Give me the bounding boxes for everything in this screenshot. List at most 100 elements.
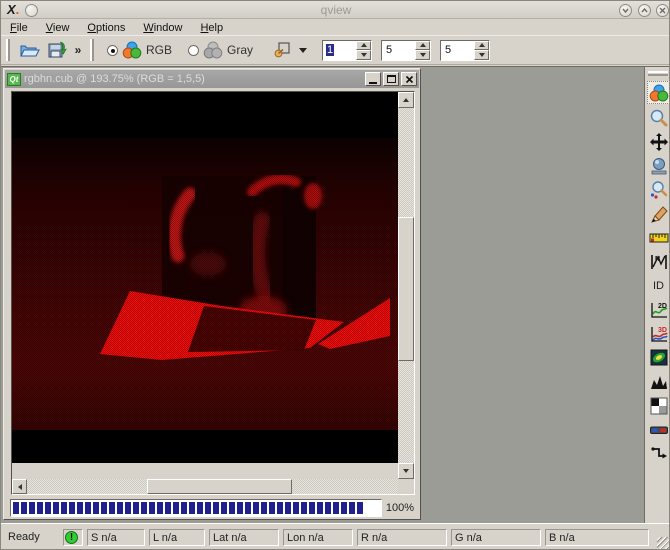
viewport-title: rgbhn.cub @ 193.75% (RGB = 1,5,5) <box>24 73 363 85</box>
green-band-value[interactable]: 5 <box>385 44 393 56</box>
export-button[interactable] <box>44 37 70 63</box>
open-button[interactable] <box>16 37 42 63</box>
blue-band-down-button[interactable] <box>474 50 489 60</box>
stereo-tool-button[interactable] <box>647 418 670 441</box>
green-band-up-button[interactable] <box>415 41 430 51</box>
sun-shadow-tool-button[interactable]: N <box>647 250 670 273</box>
toolbar-grip[interactable] <box>648 71 668 76</box>
rgb-label: RGB <box>146 43 172 57</box>
shadow-plot-icon: N <box>649 252 669 272</box>
tool-toolbar: N ID 2D 3D <box>644 67 670 524</box>
main-toolbar: » RGB Gray 1 <box>1 35 670 65</box>
line-panel: L n/a <box>149 529 205 546</box>
rgb-radio[interactable] <box>107 45 118 56</box>
close-button[interactable] <box>656 4 669 17</box>
triangle-down-icon <box>420 53 426 57</box>
sample-panel: S n/a <box>87 529 145 546</box>
band-link-dropdown-arrow-icon[interactable] <box>299 48 307 53</box>
spectral-plot-tool-button[interactable]: 3D <box>647 322 670 345</box>
chevron-down-icon <box>621 6 630 15</box>
alert-icon: ! <box>65 531 78 544</box>
maximize-button[interactable] <box>638 4 651 17</box>
edit-tool-button[interactable] <box>647 202 670 225</box>
menu-view[interactable]: View <box>37 22 79 34</box>
triangle-down-icon <box>361 53 367 57</box>
band-link-button[interactable] <box>269 37 295 63</box>
green-band-spinbox[interactable]: 5 <box>381 40 431 61</box>
gray-radio[interactable] <box>188 45 199 56</box>
vertical-scrollbar[interactable] <box>398 92 414 479</box>
red-value-panel: R n/a <box>357 529 447 546</box>
menu-options[interactable]: Options <box>78 22 134 34</box>
viewport-close-button[interactable] <box>401 72 417 86</box>
plot2d-label: 2D <box>658 303 667 310</box>
shade-button[interactable] <box>619 4 632 17</box>
find-tool-button[interactable] <box>647 178 670 201</box>
hscroll-left-button[interactable] <box>12 479 27 494</box>
hscroll-thumb[interactable] <box>147 479 292 494</box>
advanced-stretch-tool-button[interactable] <box>647 394 670 417</box>
pan-arrows-icon <box>649 132 669 152</box>
menu-window[interactable]: Window <box>134 22 191 34</box>
viewport-titlebar[interactable]: Qt rgbhn.cub @ 193.75% (RGB = 1,5,5) <box>5 70 419 88</box>
toolbar-overflow-button[interactable]: » <box>71 39 85 61</box>
scrollbar-corner <box>398 479 414 494</box>
blue-band-spinbox[interactable]: 5 <box>440 40 490 61</box>
histogram-tool-button[interactable] <box>647 370 670 393</box>
gray-label: Gray <box>227 43 253 57</box>
vscroll-thumb[interactable] <box>398 217 414 361</box>
toolbar-grip[interactable] <box>6 39 10 61</box>
vscroll-down-button[interactable] <box>398 463 414 479</box>
triangle-up-icon <box>361 43 367 47</box>
magnifier-dots-icon <box>649 180 669 200</box>
red-band-down-button[interactable] <box>356 50 371 60</box>
blue-value-panel: B n/a <box>545 529 649 546</box>
plot-3d-icon: 3D <box>649 324 669 344</box>
horizontal-scrollbar[interactable] <box>12 479 414 494</box>
alert-panel[interactable]: ! <box>63 529 83 546</box>
triangle-up-icon <box>420 43 426 47</box>
id-label: ID <box>653 280 664 292</box>
id-tool-button[interactable]: ID <box>647 274 670 297</box>
scatter-plot-icon <box>649 348 669 368</box>
red-band-value[interactable]: 1 <box>326 44 334 56</box>
red-band-up-button[interactable] <box>356 41 371 51</box>
band-link-icon <box>272 40 292 60</box>
toolbar-grip[interactable] <box>90 39 94 61</box>
chevron-up-icon <box>640 6 649 15</box>
spatial-plot-tool-button[interactable]: 2D <box>647 298 670 321</box>
statusbar: Ready ! S n/a L n/a Lat n/a Lon n/a R n/… <box>1 523 670 550</box>
progress-row: 100% <box>10 499 414 517</box>
viewport-frame <box>11 91 415 495</box>
zoom-tool-button[interactable] <box>647 106 670 129</box>
stretch-tool-button[interactable] <box>647 154 670 177</box>
qt-icon: Qt <box>7 73 21 86</box>
scatter-plot-tool-button[interactable] <box>647 346 670 369</box>
vscroll-up-button[interactable] <box>398 92 414 108</box>
resize-grip-icon[interactable] <box>657 537 669 549</box>
cube-viewport-window: Qt rgbhn.cub @ 193.75% (RGB = 1,5,5) <box>3 68 421 520</box>
magnifier-icon <box>649 108 669 128</box>
viewport-maximize-button[interactable] <box>383 72 399 86</box>
mdi-workspace: Qt rgbhn.cub @ 193.75% (RGB = 1,5,5) <box>1 66 670 523</box>
blue-band-up-button[interactable] <box>474 41 489 51</box>
band-selection-tool-button[interactable] <box>647 81 670 104</box>
cube-image[interactable] <box>12 92 398 463</box>
red-band-spinbox[interactable]: 1 <box>322 40 372 61</box>
measure-tool-button[interactable] <box>647 226 670 249</box>
blue-band-value[interactable]: 5 <box>444 44 452 56</box>
triangle-left-icon <box>18 484 22 490</box>
maximize-icon <box>387 75 396 83</box>
window-title: qview <box>1 3 670 17</box>
viewport-minimize-button[interactable] <box>365 72 381 86</box>
progress-fill <box>13 502 365 514</box>
track-tool-button[interactable] <box>647 442 670 465</box>
pan-tool-button[interactable] <box>647 130 670 153</box>
histogram-icon <box>649 372 669 392</box>
stretch-sphere-icon <box>649 156 669 176</box>
menu-file[interactable]: File <box>1 22 37 34</box>
green-band-down-button[interactable] <box>415 50 430 60</box>
black-white-quadrants-icon <box>650 397 668 415</box>
rgb-bands-icon <box>649 83 669 103</box>
menu-help[interactable]: Help <box>191 22 232 34</box>
